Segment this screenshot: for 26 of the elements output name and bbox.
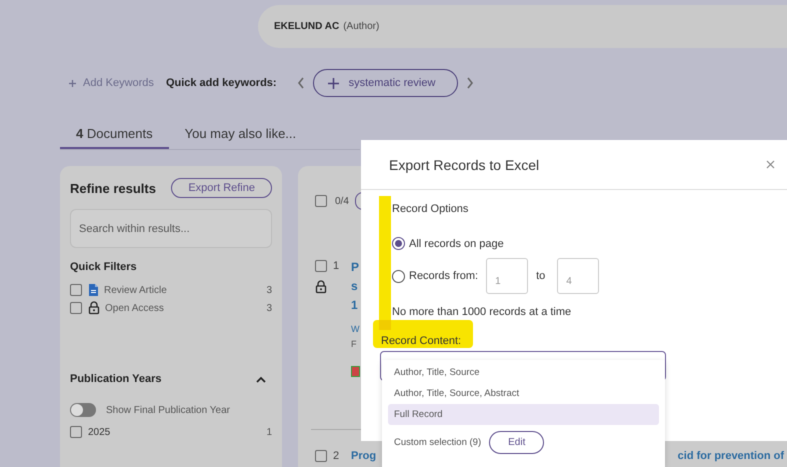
filter-label: Review Article (104, 284, 168, 296)
author-role: (Author) (343, 21, 380, 32)
result-number: 1 (333, 260, 340, 272)
year-count: 1 (266, 426, 272, 438)
radio-label: Records from: (409, 270, 478, 282)
author-name: EKELUND AC (274, 21, 340, 32)
section-title: Quick Filters (70, 261, 138, 273)
section-title: Publication Years (70, 373, 162, 385)
panel-title: Refine results (70, 180, 156, 196)
result-number: 2 (333, 450, 340, 462)
filter-count: 3 (266, 284, 272, 296)
year-label: 2025 (88, 426, 112, 438)
custom-selection-label: Custom selection (9) (394, 437, 482, 448)
section-title: Record Options (392, 203, 470, 217)
filter-label: Open Access (105, 302, 165, 314)
field-label: Record Content: (381, 335, 462, 347)
range-separator: to (536, 270, 546, 282)
filter-count: 3 (266, 302, 272, 314)
result-meta: F (351, 339, 356, 349)
result-meta: W (351, 324, 360, 334)
radio-label: All records on page (409, 238, 504, 250)
toggle-label: Show Final Publication Year (106, 404, 230, 416)
quick-add-label: Quick add keywords: (166, 77, 277, 89)
dialog-title: Export Records to Excel (389, 156, 540, 172)
selected-count: 0/4 (335, 196, 349, 206)
limit-note: No more than 1000 records at a time (392, 306, 572, 318)
